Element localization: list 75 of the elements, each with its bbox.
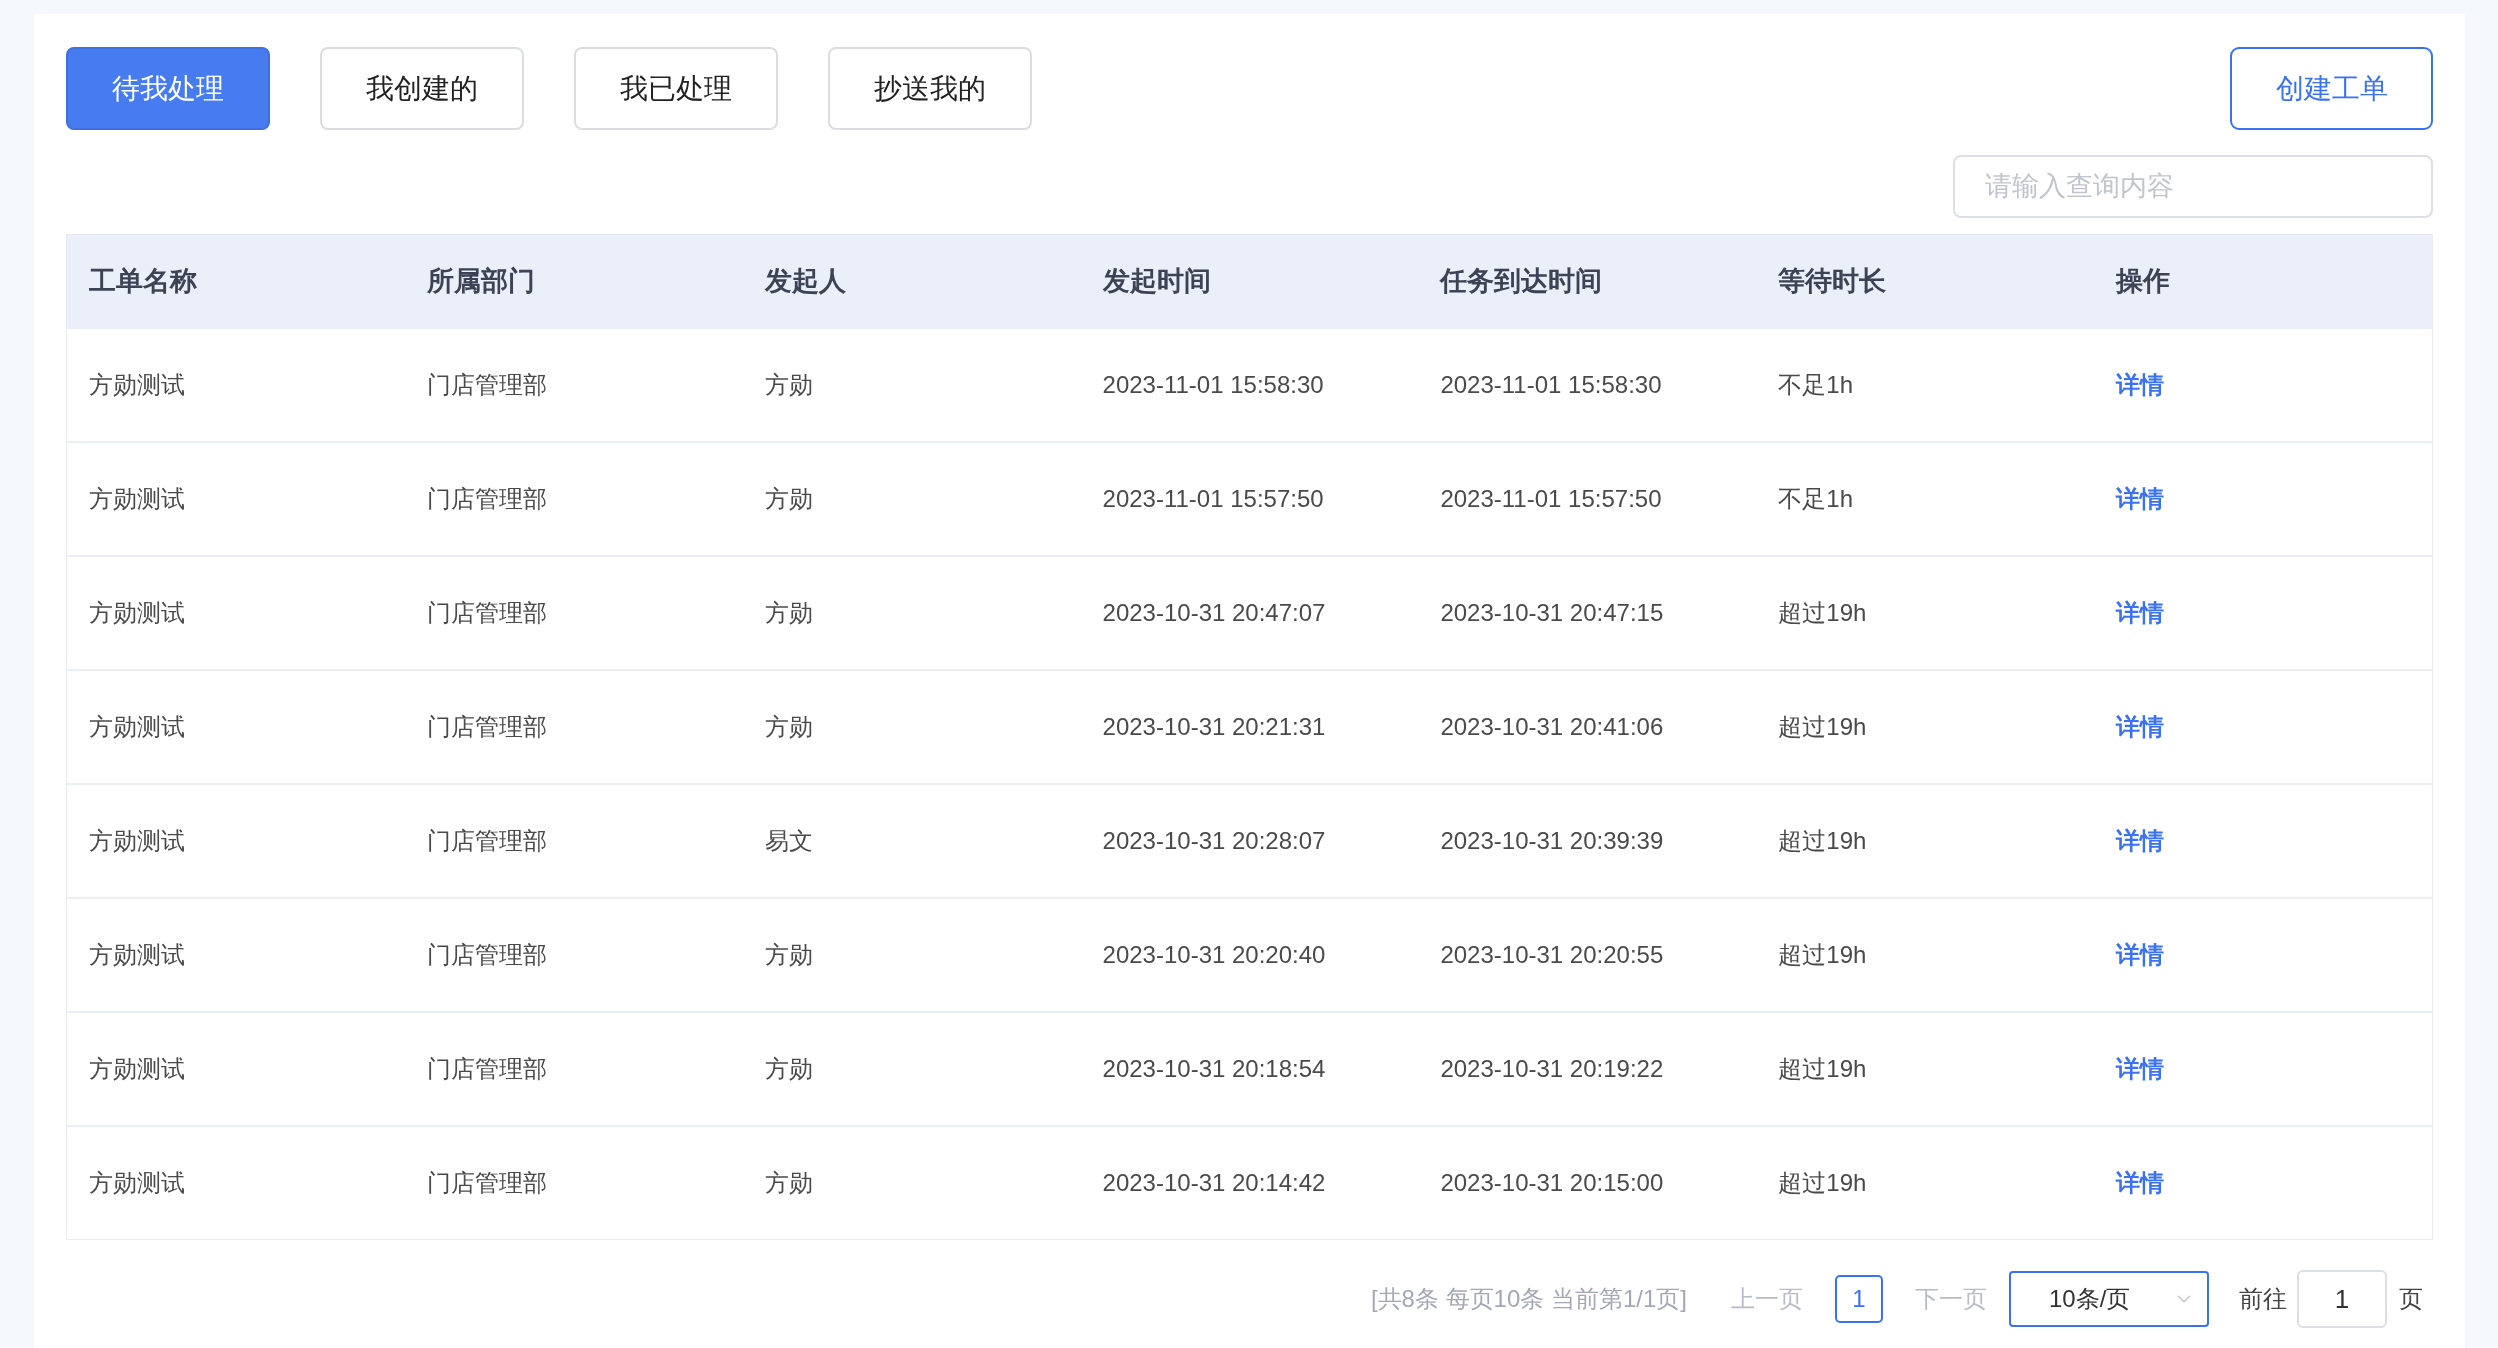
goto-page-field[interactable]: 1 bbox=[2297, 1270, 2387, 1328]
table-cell-text: 门店管理部 bbox=[425, 484, 548, 514]
table-cell-text: 方勋测试 bbox=[88, 1054, 186, 1084]
table-cell-text: 方勋测试 bbox=[88, 370, 186, 400]
column-header: 发起人 bbox=[763, 264, 847, 298]
column-header: 所属部门 bbox=[425, 264, 536, 298]
table-cell-text: 不足1h bbox=[1777, 370, 1854, 400]
table-cell-text: 超过19h bbox=[1777, 1054, 1868, 1084]
table-cell-text: 2023-10-31 20:41:06 bbox=[1439, 712, 1665, 742]
table-cell-text: 方勋 bbox=[763, 940, 814, 970]
page-size-select[interactable]: 10条/页 bbox=[2009, 1271, 2209, 1327]
goto-label: 前往 bbox=[2239, 1284, 2287, 1314]
table-cell-text: 方勋测试 bbox=[88, 940, 186, 970]
table-cell-text: 2023-10-31 20:47:07 bbox=[1101, 598, 1327, 628]
table-cell-text: 方勋 bbox=[763, 1168, 814, 1198]
goto-suffix: 页 bbox=[2399, 1284, 2423, 1314]
table-cell-text: 超过19h bbox=[1777, 598, 1868, 628]
table-cell-text: 门店管理部 bbox=[425, 370, 548, 400]
table-cell-text: 不足1h bbox=[1777, 484, 1854, 514]
table-cell-text: 2023-11-01 15:57:50 bbox=[1101, 484, 1325, 514]
details-link[interactable]: 详情 bbox=[2094, 1165, 2432, 1201]
table-cell-text: 超过19h bbox=[1777, 826, 1868, 856]
table-cell-text: 2023-10-31 20:19:22 bbox=[1439, 1054, 1665, 1084]
table-cell-text: 2023-10-31 20:18:54 bbox=[1101, 1054, 1327, 1084]
table-cell-text: 方勋 bbox=[763, 712, 814, 742]
pagination-summary: [共8条 每页10条 当前第1/1页] bbox=[1370, 1284, 1687, 1314]
tab[interactable]: 我创建的 bbox=[320, 47, 524, 130]
table-cell-text: 超过19h bbox=[1777, 940, 1868, 970]
details-link[interactable]: 详情 bbox=[2094, 823, 2432, 859]
details-link[interactable]: 详情 bbox=[2094, 709, 2432, 745]
table-cell-text: 2023-11-01 15:58:30 bbox=[1101, 370, 1325, 400]
table-cell-text: 门店管理部 bbox=[425, 940, 548, 970]
table-cell-text: 超过19h bbox=[1777, 1168, 1868, 1198]
page-button[interactable]: 1 bbox=[1835, 1275, 1883, 1323]
table-cell-text: 门店管理部 bbox=[425, 826, 548, 856]
table-cell-text: 2023-10-31 20:28:07 bbox=[1101, 826, 1327, 856]
table-cell-text: 门店管理部 bbox=[425, 712, 548, 742]
create-button[interactable]: 创建工单 bbox=[2230, 47, 2433, 130]
table-cell-text: 方勋测试 bbox=[88, 1168, 186, 1198]
table-cell-text: 2023-10-31 20:15:00 bbox=[1439, 1168, 1665, 1198]
details-link[interactable]: 详情 bbox=[2094, 1051, 2432, 1087]
table-cell-text: 2023-10-31 20:21:31 bbox=[1101, 712, 1327, 742]
table-cell-text: 门店管理部 bbox=[425, 598, 548, 628]
tab[interactable]: 抄送我的 bbox=[828, 47, 1032, 130]
table-cell-text: 2023-11-01 15:58:30 bbox=[1439, 370, 1663, 400]
column-header: 操作 bbox=[2114, 264, 2172, 298]
column-header: 任务到达时间 bbox=[1438, 264, 1604, 298]
table-cell-text: 方勋 bbox=[763, 1054, 814, 1084]
table-cell-text: 方勋测试 bbox=[88, 826, 186, 856]
table-cell-text: 方勋 bbox=[763, 370, 814, 400]
table-cell-text: 方勋 bbox=[763, 484, 814, 514]
table-cell-text: 门店管理部 bbox=[425, 1168, 548, 1198]
table-cell-text: 门店管理部 bbox=[425, 1054, 548, 1084]
tab[interactable]: 我已处理 bbox=[574, 47, 778, 130]
search-field[interactable]: 请输入查询内容 bbox=[1953, 155, 2433, 218]
table-cell-text: 2023-11-01 15:57:50 bbox=[1439, 484, 1663, 514]
table-cell-text: 超过19h bbox=[1777, 712, 1868, 742]
table-cell-text: 2023-10-31 20:39:39 bbox=[1439, 826, 1665, 856]
column-header: 工单名称 bbox=[88, 264, 198, 298]
table-cell-text: 方勋 bbox=[763, 598, 814, 628]
details-link[interactable]: 详情 bbox=[2094, 481, 2432, 517]
table-cell-text: 2023-10-31 20:47:15 bbox=[1439, 598, 1665, 628]
column-header: 发起时间 bbox=[1101, 264, 1212, 298]
details-link[interactable]: 详情 bbox=[2094, 937, 2432, 973]
table-cell-text: 2023-10-31 20:20:55 bbox=[1439, 940, 1665, 970]
tab[interactable]: 待我处理 bbox=[66, 47, 270, 130]
table-cell-text: 2023-10-31 20:14:42 bbox=[1101, 1168, 1327, 1198]
table-cell-text: 方勋测试 bbox=[88, 712, 186, 742]
details-link[interactable]: 详情 bbox=[2094, 595, 2432, 631]
table-cell-text: 方勋测试 bbox=[88, 598, 186, 628]
table-cell-text: 2023-10-31 20:20:40 bbox=[1101, 940, 1327, 970]
table-cell-text: 易文 bbox=[763, 826, 814, 856]
details-link[interactable]: 详情 bbox=[2094, 367, 2432, 403]
table-cell-text: 方勋测试 bbox=[88, 484, 186, 514]
column-header: 等待时长 bbox=[1777, 264, 1888, 298]
